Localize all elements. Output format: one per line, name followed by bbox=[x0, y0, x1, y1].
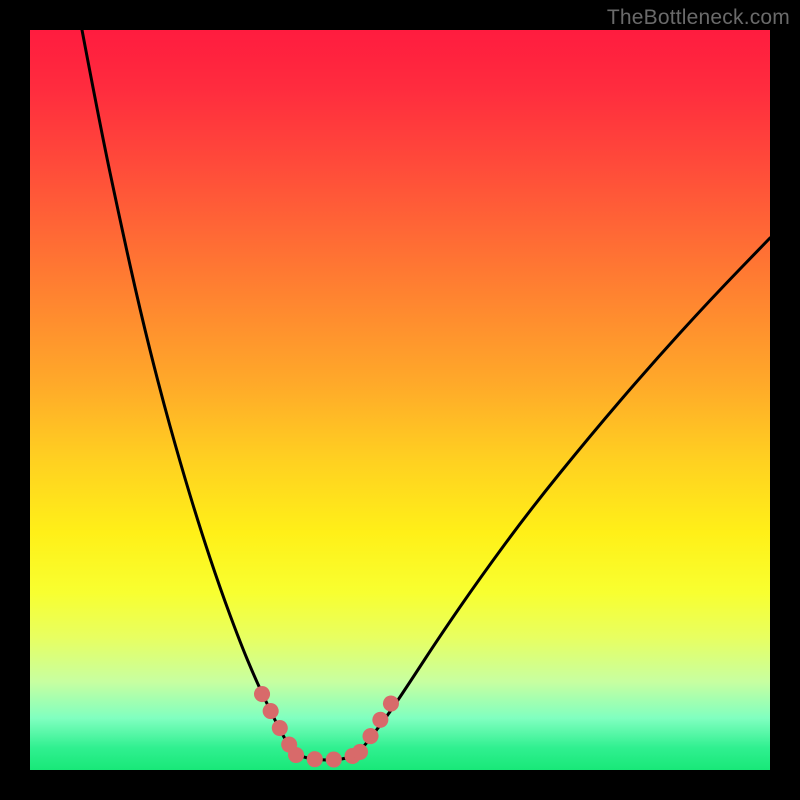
watermark-text: TheBottleneck.com bbox=[607, 6, 790, 30]
curve-left bbox=[82, 30, 293, 753]
curve-right bbox=[358, 238, 770, 753]
chart-frame: TheBottleneck.com bbox=[0, 0, 800, 800]
highlight-group bbox=[262, 694, 396, 760]
curve-group bbox=[82, 30, 770, 760]
plot-area bbox=[30, 30, 770, 770]
curve-layer bbox=[30, 30, 770, 770]
